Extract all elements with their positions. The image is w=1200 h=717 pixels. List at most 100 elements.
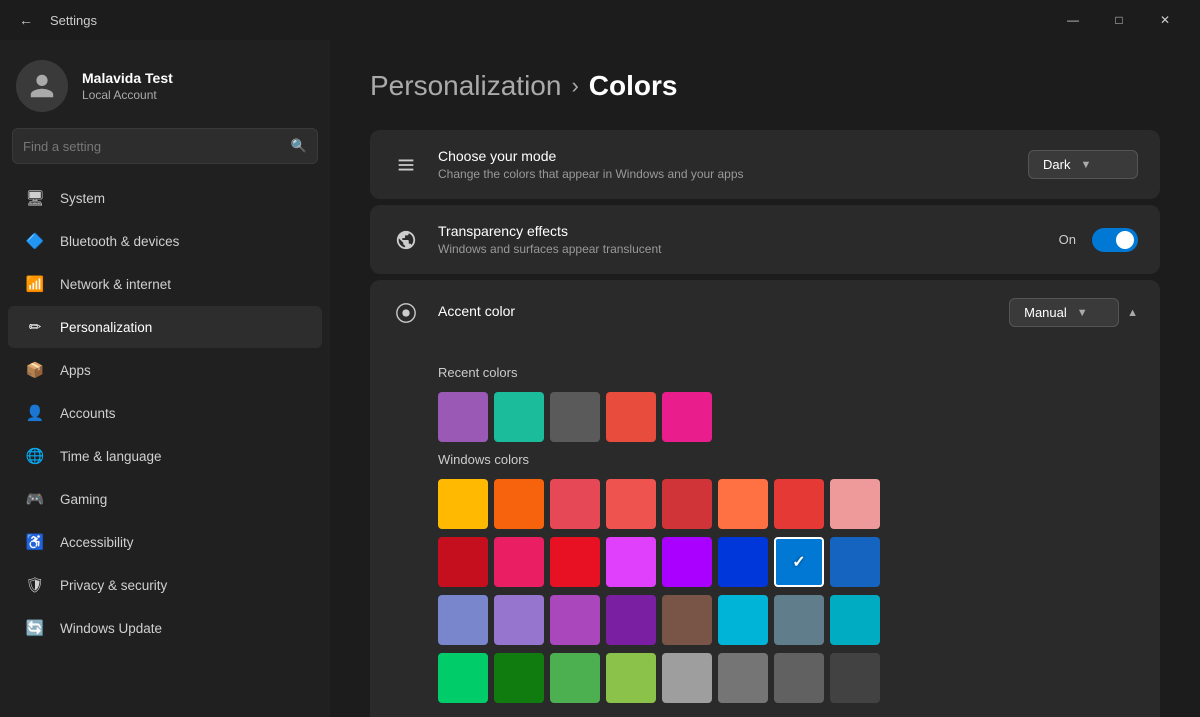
mode-text: Choose your mode Change the colors that … [438,148,1010,181]
breadcrumb-parent: Personalization [370,70,561,102]
user-section: Malavida Test Local Account [0,40,330,128]
mode-dropdown[interactable]: Dark ▼ [1028,150,1138,179]
transparency-card: Transparency effects Windows and surface… [370,205,1160,274]
sidebar-item-label: Personalization [60,320,152,335]
windows-color-0-6[interactable] [774,479,824,529]
windows-color-2-0[interactable] [438,595,488,645]
chevron-down-icon: ▼ [1080,159,1091,171]
windows-color-3-3[interactable] [606,653,656,703]
windows-color-0-0[interactable] [438,479,488,529]
accent-card: Accent color Manual ▼ ▲ Recent colors Wi… [370,280,1160,717]
recent-color-3[interactable] [606,392,656,442]
close-button[interactable]: ✕ [1142,4,1188,36]
windows-color-0-3[interactable] [606,479,656,529]
back-button[interactable]: ← [12,6,40,34]
mode-card: Choose your mode Change the colors that … [370,130,1160,199]
sidebar-item-system[interactable]: 🖥 System [8,177,322,219]
windows-color-2-1[interactable] [494,595,544,645]
windows-color-1-0[interactable] [438,537,488,587]
recent-color-1[interactable] [494,392,544,442]
windows-color-1-1[interactable] [494,537,544,587]
windows-color-3-1[interactable] [494,653,544,703]
transparency-card-row: Transparency effects Windows and surface… [370,205,1160,274]
accent-title: Accent color [438,303,991,319]
search-icon: 🔍 [291,138,307,154]
windows-color-2-2[interactable] [550,595,600,645]
search-input[interactable] [23,139,291,154]
apps-icon: 📦 [24,359,46,381]
chevron-up-icon[interactable]: ▲ [1127,307,1138,319]
recent-color-0[interactable] [438,392,488,442]
update-icon: 🔄 [24,617,46,639]
sidebar-item-privacy[interactable]: 🛡 Privacy & security [8,564,322,606]
sidebar-item-accounts[interactable]: 👤 Accounts [8,392,322,434]
mode-subtitle: Change the colors that appear in Windows… [438,167,1010,181]
sidebar-item-apps[interactable]: 📦 Apps [8,349,322,391]
windows-color-3-0[interactable] [438,653,488,703]
close-icon: ✕ [1160,13,1170,27]
windows-color-0-2[interactable] [550,479,600,529]
transparency-control: On [1059,228,1138,252]
windows-color-3-7[interactable] [830,653,880,703]
content-area: Personalization › Colors Choose your mod… [330,40,1200,717]
windows-color-2-3[interactable] [606,595,656,645]
windows-color-3-2[interactable] [550,653,600,703]
windows-color-1-6[interactable]: ✓ [774,537,824,587]
transparency-text: Transparency effects Windows and surface… [438,223,1041,256]
windows-color-0-5[interactable] [718,479,768,529]
transparency-subtitle: Windows and surfaces appear translucent [438,242,1041,256]
sidebar-item-bluetooth[interactable]: 🔷 Bluetooth & devices [8,220,322,262]
sidebar-item-label: System [60,191,105,206]
sidebar-item-accessibility[interactable]: ♿ Accessibility [8,521,322,563]
recent-color-2[interactable] [550,392,600,442]
breadcrumb-current: Colors [589,70,678,102]
windows-color-0-7[interactable] [830,479,880,529]
windows-color-1-7[interactable] [830,537,880,587]
accent-dropdown[interactable]: Manual ▼ [1009,298,1119,327]
page-header: Personalization › Colors [370,70,1160,102]
recent-color-4[interactable] [662,392,712,442]
windows-color-2-6[interactable] [774,595,824,645]
windows-color-0-1[interactable] [494,479,544,529]
sidebar-item-label: Apps [60,363,91,378]
window-controls: — □ ✕ [1050,4,1188,36]
app-title: Settings [50,13,1050,28]
minimize-icon: — [1067,13,1079,27]
windows-color-2-5[interactable] [718,595,768,645]
minimize-button[interactable]: — [1050,4,1096,36]
sidebar-item-label: Accessibility [60,535,134,550]
gaming-icon: 🎮 [24,488,46,510]
breadcrumb-chevron: › [571,73,578,99]
windows-color-2-7[interactable] [830,595,880,645]
search-box[interactable]: 🔍 [12,128,318,164]
system-icon: 🖥 [24,187,46,209]
windows-color-1-4[interactable] [662,537,712,587]
accent-body: Recent colors Windows colors ✓ [370,345,1160,717]
windows-color-1-5[interactable] [718,537,768,587]
windows-color-1-3[interactable] [606,537,656,587]
recent-colors-label: Recent colors [438,365,1138,380]
sidebar-item-update[interactable]: 🔄 Windows Update [8,607,322,649]
sidebar-item-label: Network & internet [60,277,171,292]
sidebar-item-gaming[interactable]: 🎮 Gaming [8,478,322,520]
accent-header: Accent color Manual ▼ ▲ [370,280,1160,345]
transparency-toggle[interactable] [1092,228,1138,252]
windows-color-2-4[interactable] [662,595,712,645]
windows-color-3-6[interactable] [774,653,824,703]
avatar [16,60,68,112]
windows-color-0-4[interactable] [662,479,712,529]
sidebar-item-personalization[interactable]: ✏ Personalization [8,306,322,348]
accent-text: Accent color [438,303,991,322]
windows-color-3-5[interactable] [718,653,768,703]
personalization-icon: ✏ [24,316,46,338]
mode-icon [392,151,420,179]
maximize-button[interactable]: □ [1096,4,1142,36]
windows-color-1-2[interactable] [550,537,600,587]
transparency-title: Transparency effects [438,223,1041,239]
back-icon: ← [19,12,33,28]
nav-list: 🖥 System 🔷 Bluetooth & devices 📶 Network… [0,176,330,650]
sidebar-item-time[interactable]: 🌐 Time & language [8,435,322,477]
sidebar-item-network[interactable]: 📶 Network & internet [8,263,322,305]
windows-color-3-4[interactable] [662,653,712,703]
windows-color-row-3 [438,653,1138,703]
